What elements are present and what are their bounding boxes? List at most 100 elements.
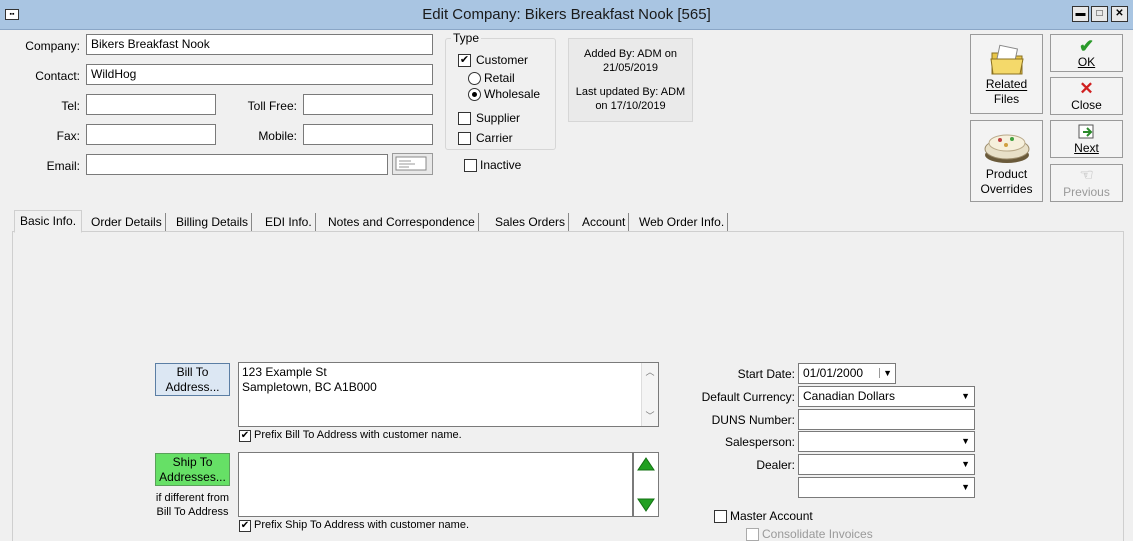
email-card-icon xyxy=(395,156,427,171)
inactive-checkbox[interactable] xyxy=(464,159,477,172)
previous-button[interactable]: ☜ Previous xyxy=(1050,164,1123,202)
tel-field[interactable] xyxy=(86,94,216,115)
close-button[interactable]: ✕ Close xyxy=(1050,77,1123,115)
company-field[interactable]: Bikers Breakfast Nook xyxy=(86,34,433,55)
consolidate-invoices-checkbox[interactable] xyxy=(746,528,759,541)
currency-value: Canadian Dollars xyxy=(803,389,896,403)
close-label: Close xyxy=(1071,98,1102,112)
tab-web-order-info[interactable]: Web Order Info. xyxy=(639,211,729,233)
ship-address-nav xyxy=(633,452,659,517)
bill-to-address-button[interactable]: Bill To Address... xyxy=(155,363,230,396)
inactive-label: Inactive xyxy=(480,158,522,172)
close-window-icon[interactable]: ✕ xyxy=(1111,6,1128,22)
bill-address-line2: Sampletown, BC A1B000 xyxy=(242,380,377,394)
ship-to-line1: Ship To xyxy=(172,455,213,469)
contact-label: Contact: xyxy=(35,69,80,83)
retail-radio[interactable] xyxy=(468,72,481,85)
product-overrides-line1: Product xyxy=(985,167,1028,181)
checkmark-icon: ✔ xyxy=(1078,36,1095,56)
down-triangle-icon[interactable] xyxy=(634,495,658,515)
company-label: Company: xyxy=(25,39,80,53)
minimize-icon[interactable]: ▬ xyxy=(1072,6,1089,22)
product-overrides-line2: Overrides xyxy=(980,182,1033,196)
bill-to-line2: Address... xyxy=(165,380,220,394)
related-files-line1: Related xyxy=(985,77,1028,91)
red-x-icon: ✕ xyxy=(1079,79,1094,98)
salesperson-select[interactable]: ▼ xyxy=(798,431,975,452)
salesperson-label: Salesperson: xyxy=(724,435,795,449)
tab-order-details[interactable]: Order Details xyxy=(91,211,166,233)
prefix-bill-label: Prefix Bill To Address with customer nam… xyxy=(254,429,462,441)
chevron-down-icon: ▼ xyxy=(961,482,970,492)
updated-by-line1: Last updated By: ADM xyxy=(575,86,686,98)
bill-address-textarea[interactable]: 123 Example St Sampletown, BC A1B000 ︿ ﹀ xyxy=(238,362,659,427)
scroll-down-icon[interactable]: ﹀ xyxy=(642,409,658,424)
dealer-select[interactable]: ▼ xyxy=(798,454,975,475)
type-legend: Type xyxy=(451,31,482,45)
bill-address-line1: 123 Example St xyxy=(242,365,327,379)
bill-to-line1: Bill To xyxy=(176,365,209,379)
toll-free-field[interactable] xyxy=(303,94,433,115)
ship-note: if different from Bill To Address xyxy=(150,491,235,519)
master-account-checkbox[interactable] xyxy=(714,510,727,523)
consolidate-invoices-label: Consolidate Invoices xyxy=(762,527,873,541)
next-label: Next xyxy=(1074,141,1099,155)
start-date-value: 01/01/2000 xyxy=(803,366,864,380)
email-field[interactable] xyxy=(86,154,388,175)
supplier-checkbox[interactable] xyxy=(458,112,471,125)
tab-billing-details[interactable]: Billing Details xyxy=(176,211,253,233)
ship-to-addresses-button[interactable]: Ship To Addresses... xyxy=(155,453,230,486)
tab-strip: Basic Info. Order Details Billing Detail… xyxy=(14,211,774,233)
duns-field[interactable] xyxy=(798,409,975,430)
tab-notes-correspondence[interactable]: Notes and Correspondence xyxy=(328,211,479,233)
mobile-field[interactable] xyxy=(303,124,433,145)
ship-note-line2: Bill To Address xyxy=(156,506,229,518)
tab-sales-orders[interactable]: Sales Orders xyxy=(495,211,570,233)
chevron-down-icon: ▼ xyxy=(961,459,970,469)
prefix-bill-checkbox[interactable]: ✔ xyxy=(239,430,251,442)
send-email-button[interactable] xyxy=(392,153,433,175)
next-arrow-icon xyxy=(1078,124,1093,139)
tab-account[interactable]: Account xyxy=(582,211,630,233)
extra-select[interactable]: ▼ xyxy=(798,477,975,498)
active-tab-label[interactable]: Basic Info. xyxy=(20,214,76,228)
contact-field[interactable]: WildHog xyxy=(86,64,433,85)
folder-icon xyxy=(989,44,1024,75)
tab-edi-info[interactable]: EDI Info. xyxy=(265,211,316,233)
product-overrides-button[interactable]: Product Overrides xyxy=(970,120,1043,202)
related-files-button[interactable]: Related Files xyxy=(970,34,1043,114)
audit-info-box: Added By: ADM on 21/05/2019 Last updated… xyxy=(568,38,693,122)
chevron-down-icon: ▼ xyxy=(961,391,970,401)
next-button[interactable]: Next xyxy=(1050,120,1123,158)
app-icon[interactable]: ▪▪ xyxy=(5,9,19,20)
ok-label: OK xyxy=(1077,55,1096,69)
calendar-dropdown-icon[interactable]: ▼ xyxy=(879,368,892,378)
ok-button[interactable]: ✔ OK xyxy=(1050,34,1123,72)
carrier-label: Carrier xyxy=(476,131,513,145)
scroll-up-icon[interactable]: ︿ xyxy=(642,365,658,380)
mobile-label: Mobile: xyxy=(258,129,297,143)
prefix-ship-label: Prefix Ship To Address with customer nam… xyxy=(254,519,470,531)
ship-note-line1: if different from xyxy=(155,492,230,504)
pointing-hand-icon: ☜ xyxy=(1079,167,1094,184)
prefix-ship-checkbox[interactable]: ✔ xyxy=(239,520,251,532)
maximize-icon[interactable]: □ xyxy=(1091,6,1108,22)
window-title: Edit Company: Bikers Breakfast Nook [565… xyxy=(422,6,711,23)
email-label: Email: xyxy=(46,159,80,173)
master-account-label: Master Account xyxy=(730,509,813,523)
ship-to-line2: Addresses... xyxy=(159,470,226,484)
previous-label: Previous xyxy=(1063,185,1110,199)
title-bar: Edit Company: Bikers Breakfast Nook [565… xyxy=(0,0,1133,30)
added-by-line2: 21/05/2019 xyxy=(602,62,659,74)
start-date-picker[interactable]: 01/01/2000 ▼ xyxy=(798,363,896,384)
cake-icon xyxy=(984,134,1029,163)
up-triangle-icon[interactable] xyxy=(634,455,658,475)
fax-label: Fax: xyxy=(56,129,80,143)
currency-select[interactable]: Canadian Dollars ▼ xyxy=(798,386,975,407)
wholesale-radio[interactable] xyxy=(468,88,481,101)
carrier-checkbox[interactable] xyxy=(458,132,471,145)
bill-address-scrollbar[interactable]: ︿ ﹀ xyxy=(641,363,658,426)
customer-checkbox[interactable]: ✔ xyxy=(458,54,471,67)
fax-field[interactable] xyxy=(86,124,216,145)
ship-address-textarea[interactable] xyxy=(238,452,633,517)
